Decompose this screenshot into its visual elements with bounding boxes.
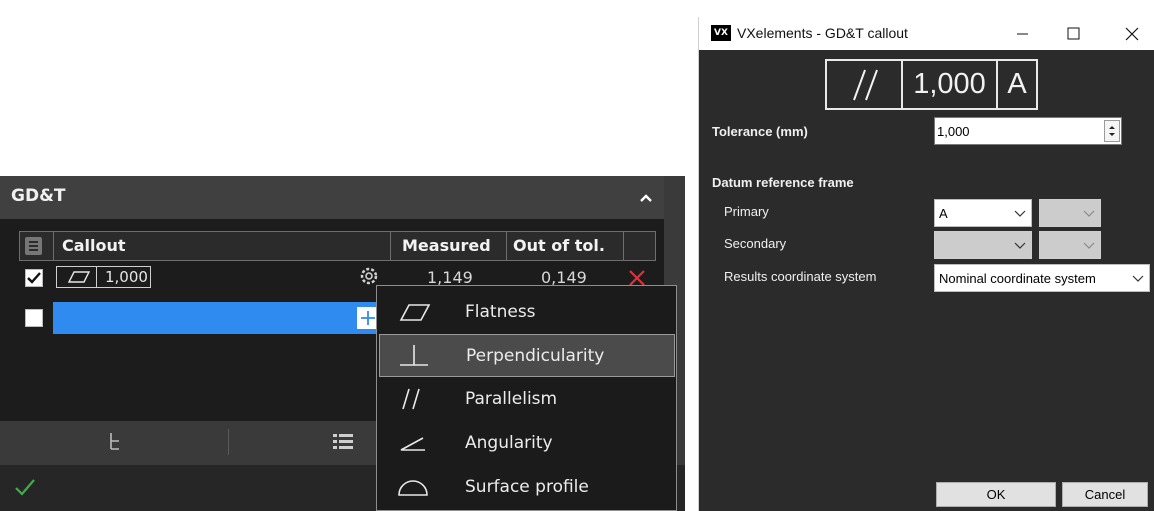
tolerance-label: Tolerance (mm) — [712, 124, 808, 139]
angularity-icon — [400, 437, 425, 451]
gdt-panel-header: GD&T — [0, 176, 664, 219]
app-logo-icon: VX — [711, 25, 731, 41]
fcf-datum: A — [1007, 68, 1027, 100]
callout-frame[interactable]: 1,000 — [56, 266, 151, 288]
menu-item-parallelism[interactable]: Parallelism — [379, 378, 675, 421]
window-titlebar[interactable]: VX VXelements - GD&T callout — [699, 17, 1154, 50]
chevron-down-icon — [1083, 210, 1095, 217]
tree-view-icon[interactable] — [106, 431, 124, 453]
spinner-arrows-icon — [1109, 126, 1115, 136]
parallelism-icon — [853, 69, 878, 101]
row-checkbox[interactable] — [25, 309, 43, 327]
menu-item-label: Perpendicularity — [466, 346, 605, 366]
maximize-icon[interactable] — [1050, 17, 1096, 50]
gdt-panel-title: GD&T — [11, 186, 66, 206]
column-menu-icon[interactable] — [25, 237, 42, 255]
menu-item-label: Parallelism — [465, 389, 558, 409]
parallelism-icon — [402, 388, 420, 410]
checkmark-icon — [27, 272, 41, 284]
menu-item-perpendicularity[interactable]: Perpendicularity — [379, 334, 675, 377]
ok-button[interactable]: OK — [936, 482, 1056, 507]
tolerance-field[interactable] — [934, 117, 1122, 145]
menu-item-angularity[interactable]: Angularity — [379, 422, 675, 465]
flatness-icon — [399, 304, 431, 321]
row-checkbox[interactable] — [25, 269, 43, 287]
toolbar-divider — [228, 429, 229, 455]
feature-control-frame: 1,000 A — [825, 59, 1038, 110]
column-header-callout[interactable]: Callout — [62, 232, 126, 260]
column-header-out-of-tol[interactable]: Out of tol. — [513, 232, 605, 260]
menu-item-flatness[interactable]: Flatness — [379, 291, 675, 334]
primary-datum-value: A — [939, 206, 948, 221]
chevron-up-icon[interactable] — [638, 190, 654, 206]
check-icon[interactable] — [14, 477, 36, 497]
window-title: VXelements - GD&T callout — [737, 25, 908, 41]
callout-tolerance-value: 1,000 — [105, 268, 148, 286]
fcf-symbol-cell — [827, 61, 903, 108]
chevron-down-icon — [1132, 275, 1144, 282]
list-view-icon[interactable] — [332, 432, 354, 450]
table-header: Callout Measured Out of tol. — [19, 231, 656, 261]
menu-item-label: Angularity — [465, 433, 553, 453]
menu-item-surface-profile[interactable]: Surface profile — [379, 466, 675, 509]
perpendicularity-icon — [400, 345, 428, 366]
menu-item-label: Flatness — [465, 302, 536, 322]
chevron-down-icon — [1083, 242, 1095, 249]
surface-profile-icon — [398, 480, 428, 496]
chevron-down-icon — [1014, 210, 1026, 217]
primary-label: Primary — [724, 204, 769, 219]
results-coordinate-system-select[interactable]: Nominal coordinate system — [934, 264, 1150, 292]
close-icon[interactable] — [1109, 17, 1154, 50]
secondary-label: Secondary — [724, 236, 787, 251]
new-callout-cell[interactable] — [53, 302, 383, 334]
datum-frame-heading: Datum reference frame — [712, 175, 854, 190]
gdt-type-menu: Flatness Perpendicularity Parallelism An… — [376, 285, 677, 511]
minimize-icon[interactable] — [999, 17, 1045, 50]
fcf-tolerance: 1,000 — [903, 61, 998, 108]
results-coordinate-system-value: Nominal coordinate system — [939, 271, 1096, 286]
gdt-callout-dialog: VX VXelements - GD&T callout 1,000 A Tol… — [698, 17, 1154, 511]
tolerance-input[interactable] — [937, 121, 1101, 141]
flatness-icon — [67, 271, 91, 283]
menu-item-label: Surface profile — [465, 477, 589, 497]
secondary-datum-select — [934, 231, 1032, 259]
callout-symbol-cell — [57, 267, 97, 287]
primary-datum-select[interactable]: A — [934, 199, 1032, 227]
primary-modifier-select — [1039, 199, 1101, 227]
chevron-down-icon — [1014, 242, 1026, 249]
results-coordinate-system-label: Results coordinate system — [724, 269, 877, 284]
cancel-button[interactable]: Cancel — [1062, 482, 1148, 507]
tolerance-spinner[interactable] — [1104, 120, 1120, 142]
secondary-modifier-select — [1039, 231, 1101, 259]
column-header-measured[interactable]: Measured — [402, 232, 491, 260]
